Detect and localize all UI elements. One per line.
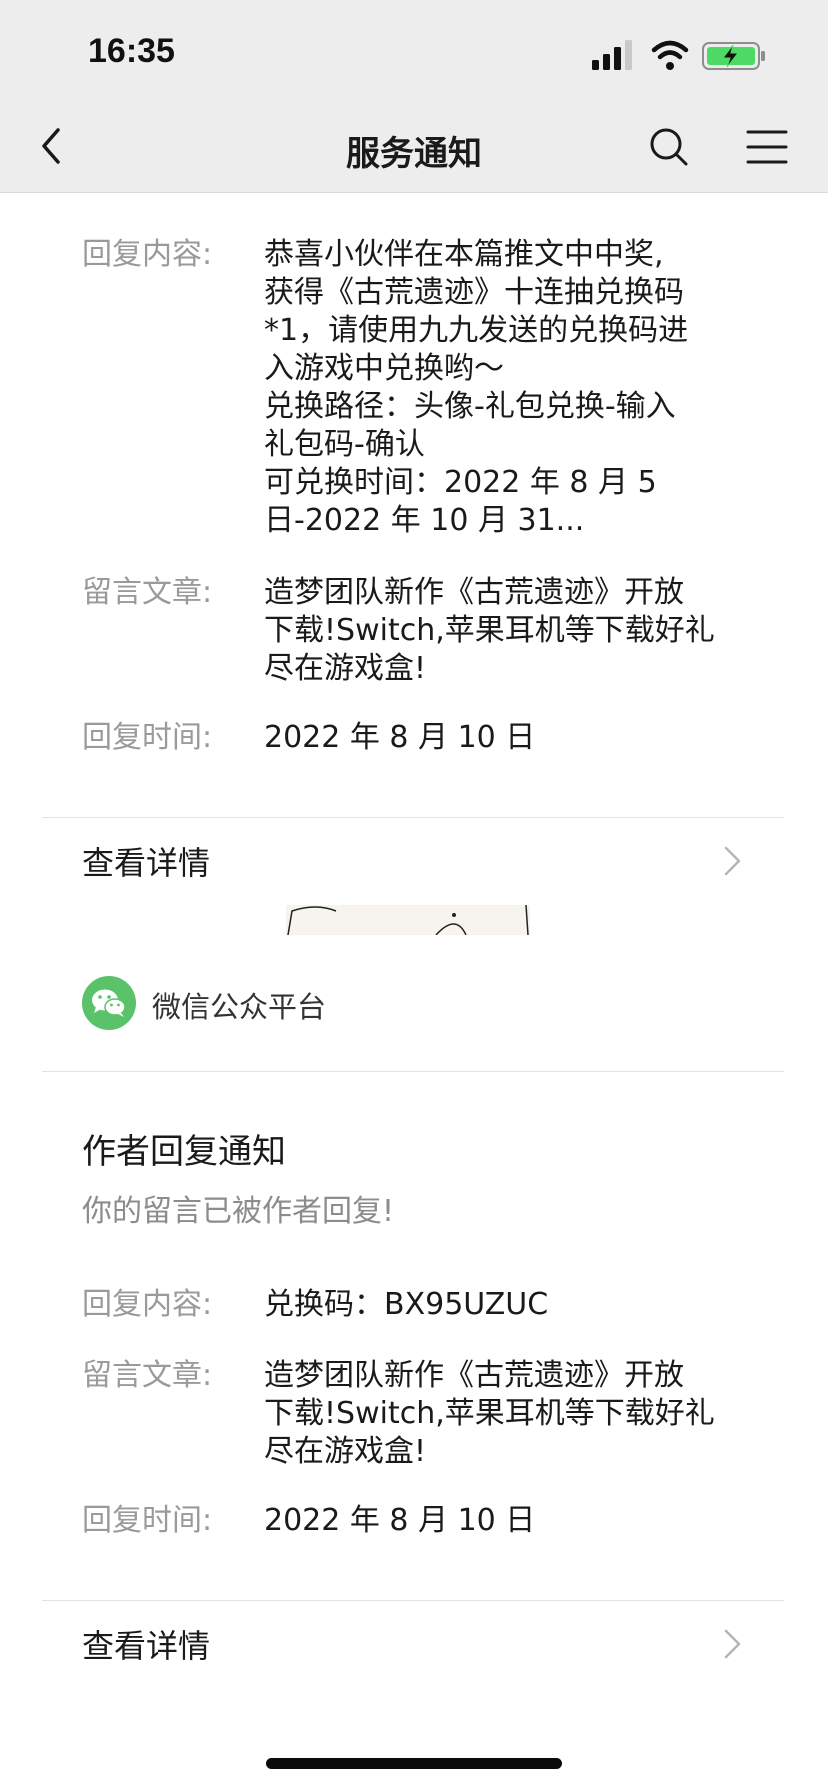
chevron-right-icon bbox=[724, 846, 741, 876]
reply-time-label: 回复时间: bbox=[82, 1503, 213, 1538]
home-indicator[interactable] bbox=[266, 1758, 562, 1769]
signal-icon bbox=[592, 40, 632, 70]
wifi-icon bbox=[651, 40, 689, 70]
reply-content-value: 兑换码：BX95UZUC bbox=[264, 1287, 549, 1322]
view-details-link[interactable]: 查看详情 bbox=[0, 818, 828, 902]
view-details-label: 查看详情 bbox=[82, 1627, 211, 1665]
nav-bar: 服务通知 bbox=[0, 100, 828, 193]
reply-time-value: 2022 年 8 月 10 日 bbox=[264, 1503, 536, 1538]
reply-content-label: 回复内容: bbox=[82, 237, 213, 272]
chevron-right-icon bbox=[724, 1629, 741, 1659]
article-value: 造梦团队新作《古荒遗迹》开放 下载!Switch,苹果耳机等下载好礼 尽在游戏盒… bbox=[264, 575, 715, 686]
divider bbox=[42, 1071, 784, 1072]
article-label: 留言文章: bbox=[82, 575, 213, 610]
article-value: 造梦团队新作《古荒遗迹》开放 下载!Switch,苹果耳机等下载好礼 尽在游戏盒… bbox=[264, 1358, 715, 1469]
notice-subtitle: 你的留言已被作者回复! bbox=[82, 1194, 395, 1229]
search-icon bbox=[650, 128, 688, 166]
article-label: 留言文章: bbox=[82, 1358, 213, 1393]
reply-content-label: 回复内容: bbox=[82, 1287, 213, 1322]
view-details-label: 查看详情 bbox=[82, 844, 211, 882]
status-bar: 16:35 bbox=[0, 0, 828, 100]
avatar bbox=[82, 976, 136, 1030]
account-name: 微信公众平台 bbox=[152, 990, 327, 1024]
reply-time-label: 回复时间: bbox=[82, 720, 213, 755]
reply-content-value: 恭喜小伙伴在本篇推文中中奖, 获得《古荒遗迹》十连抽兑换码 *1，请使用九九发送… bbox=[264, 237, 689, 538]
account-row[interactable]: 微信公众平台 bbox=[0, 968, 828, 1038]
notice-title: 作者回复通知 bbox=[82, 1132, 286, 1172]
status-time: 16:35 bbox=[88, 32, 175, 70]
menu-button[interactable] bbox=[742, 124, 792, 170]
status-icons bbox=[592, 40, 765, 70]
wechat-icon bbox=[92, 989, 126, 1017]
article-thumbnail bbox=[286, 905, 530, 935]
search-button[interactable] bbox=[644, 122, 694, 172]
menu-icon bbox=[746, 130, 788, 164]
page-title: 服务通知 bbox=[346, 134, 482, 174]
reply-time-value: 2022 年 8 月 10 日 bbox=[264, 720, 536, 755]
view-details-link[interactable]: 查看详情 bbox=[0, 1601, 828, 1685]
battery-charging-icon bbox=[702, 42, 765, 70]
